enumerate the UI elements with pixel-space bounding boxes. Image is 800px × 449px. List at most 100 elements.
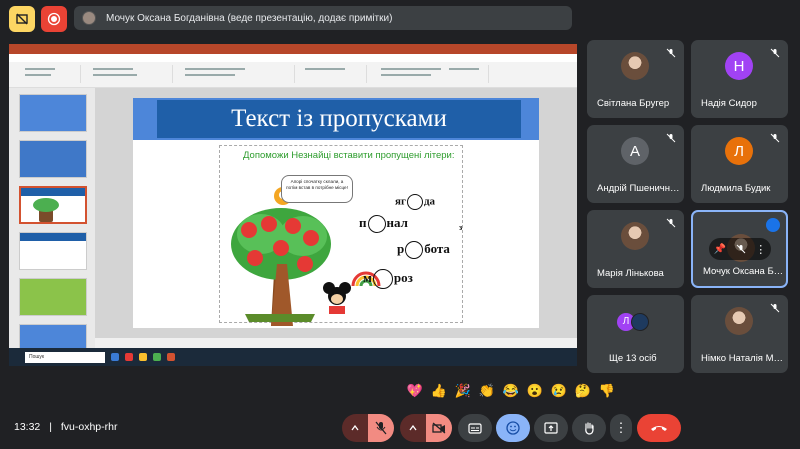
slide-title: Текст із пропусками	[157, 100, 521, 138]
ribbon-tabs	[9, 54, 577, 62]
taskbar-app-icon[interactable]	[167, 353, 175, 361]
slide-thumb[interactable]	[19, 232, 87, 270]
word-1: яг да	[395, 194, 435, 210]
leave-call-button[interactable]	[637, 414, 681, 442]
reaction-button[interactable]: 🎉	[453, 381, 473, 401]
participant-name: Людмила Будик	[701, 183, 771, 194]
reaction-button[interactable]: 😂	[501, 381, 521, 401]
camera-toggle-button[interactable]	[426, 414, 452, 442]
stop-presenting-button[interactable]	[9, 6, 35, 32]
presenter-avatar	[82, 11, 96, 25]
notes-bar	[95, 338, 577, 348]
word-4: м роз	[363, 269, 413, 289]
current-slide: Текст із пропусками Допоможи Незнайці вс…	[133, 98, 539, 328]
word-2: п нал	[359, 215, 408, 234]
reaction-button[interactable]: 😢	[549, 381, 569, 401]
captions-icon	[468, 422, 482, 434]
more-options-button[interactable]: ⋮	[610, 414, 632, 442]
participant-tile[interactable]: А Андрій Пшеничн…	[587, 125, 684, 203]
mic-off-icon	[375, 421, 387, 435]
mic-off-icon	[770, 303, 780, 313]
avatar: Л	[725, 137, 753, 165]
hang-up-icon	[651, 426, 667, 431]
avatar	[621, 52, 649, 80]
more-options-icon[interactable]: ⋮	[755, 243, 766, 256]
participant-tile[interactable]: Світлана Бругер	[587, 40, 684, 118]
participant-name: Ще 13 осіб	[609, 353, 657, 364]
tile-hover-controls: 📌 ⋮	[709, 238, 771, 260]
reaction-button[interactable]: 🤔	[573, 381, 593, 401]
present-button[interactable]	[534, 414, 568, 442]
windows-taskbar: Пошук	[9, 348, 577, 366]
participant-name: Світлана Бругер	[597, 98, 670, 109]
participant-name: Марія Лінькова	[597, 268, 664, 279]
reaction-button[interactable]: 👍	[429, 381, 449, 401]
slide-thumb-current[interactable]	[19, 186, 87, 224]
participant-tile[interactable]: Л Людмила Будик	[691, 125, 788, 203]
participant-name: Надія Сидор	[701, 98, 757, 109]
shared-screen: Текст із пропусками Допоможи Незнайці вс…	[9, 44, 577, 366]
extra-letter: з	[459, 223, 463, 232]
camera-options-button[interactable]	[400, 414, 426, 442]
taskbar-app-icon[interactable]	[139, 353, 147, 361]
meeting-code: fvu-oxhp-rhr	[60, 421, 118, 433]
reaction-button[interactable]: 👎	[597, 381, 617, 401]
clock: 13:32	[14, 421, 41, 433]
reactions-button[interactable]	[496, 414, 530, 442]
chevron-up-icon	[409, 425, 417, 431]
more-participants-tile[interactable]: Л Ще 13 осіб	[587, 295, 684, 373]
record-icon	[47, 12, 61, 26]
more-vert-icon: ⋮	[614, 420, 628, 435]
app-titlebar	[9, 44, 577, 54]
mic-off-icon	[666, 218, 676, 228]
participant-name: Німко Наталія М…	[701, 353, 783, 364]
present-off-icon	[16, 13, 28, 25]
slide-thumbnails	[9, 88, 95, 362]
participant-tile[interactable]: Н Надія Сидор	[691, 40, 788, 118]
record-button[interactable]	[41, 6, 67, 32]
participant-name: Мочук Оксана Б…	[703, 266, 784, 277]
mic-off-icon	[666, 48, 676, 58]
mic-off-icon	[666, 133, 676, 143]
present-screen-icon	[544, 422, 558, 434]
participant-name: Андрій Пшеничн…	[597, 183, 679, 194]
avatar	[631, 313, 649, 331]
emoji-icon	[506, 421, 520, 435]
taskbar-app-icon[interactable]	[125, 353, 133, 361]
slide-editor: Текст із пропусками Допоможи Незнайці вс…	[95, 88, 577, 338]
slide-thumb[interactable]	[19, 94, 87, 132]
camera-off-icon	[432, 422, 446, 434]
reaction-bar: 💖 👍 🎉 👏 😂 😮 😢 🤔 👎	[405, 381, 617, 401]
raise-hand-button[interactable]	[572, 414, 606, 442]
participant-tile[interactable]: Марія Лінькова	[587, 210, 684, 288]
ribbon	[9, 62, 577, 88]
mic-off-icon	[770, 133, 780, 143]
mic-options-button[interactable]	[342, 414, 368, 442]
chevron-up-icon	[351, 425, 359, 431]
participant-tile-presenter[interactable]: 📌 ⋮ Мочук Оксана Б…	[691, 210, 788, 288]
pin-icon[interactable]: 📌	[714, 244, 726, 255]
speaking-indicator	[766, 218, 780, 232]
word-3: р бота	[397, 241, 450, 260]
slide-thumb[interactable]	[19, 140, 87, 178]
mic-toggle-button[interactable]	[368, 414, 394, 442]
avatar: Н	[725, 52, 753, 80]
taskbar-app-icon[interactable]	[153, 353, 161, 361]
slide-subtitle: Допоможи Незнайці вставити пропущені літ…	[243, 150, 455, 161]
reaction-button[interactable]: 😮	[525, 381, 545, 401]
reaction-button[interactable]: 👏	[477, 381, 497, 401]
avatar	[621, 222, 649, 250]
avatar: А	[621, 137, 649, 165]
participant-tile[interactable]: Німко Наталія М…	[691, 295, 788, 373]
slide-thumb[interactable]	[19, 278, 87, 316]
reaction-button[interactable]: 💖	[405, 381, 425, 401]
hand-icon	[585, 422, 594, 435]
taskbar-search[interactable]: Пошук	[25, 351, 105, 363]
presenter-banner: Мочук Оксана Богданівна (веде презентаці…	[74, 6, 572, 30]
mic-off-icon[interactable]	[736, 244, 746, 254]
captions-button[interactable]	[458, 414, 492, 442]
presenter-label: Мочук Оксана Богданівна (веде презентаці…	[106, 12, 393, 24]
speech-bubble: Апорі спочатку склали, а потім встав в п…	[281, 175, 353, 203]
taskbar-app-icon[interactable]	[111, 353, 119, 361]
mic-off-icon	[770, 48, 780, 58]
